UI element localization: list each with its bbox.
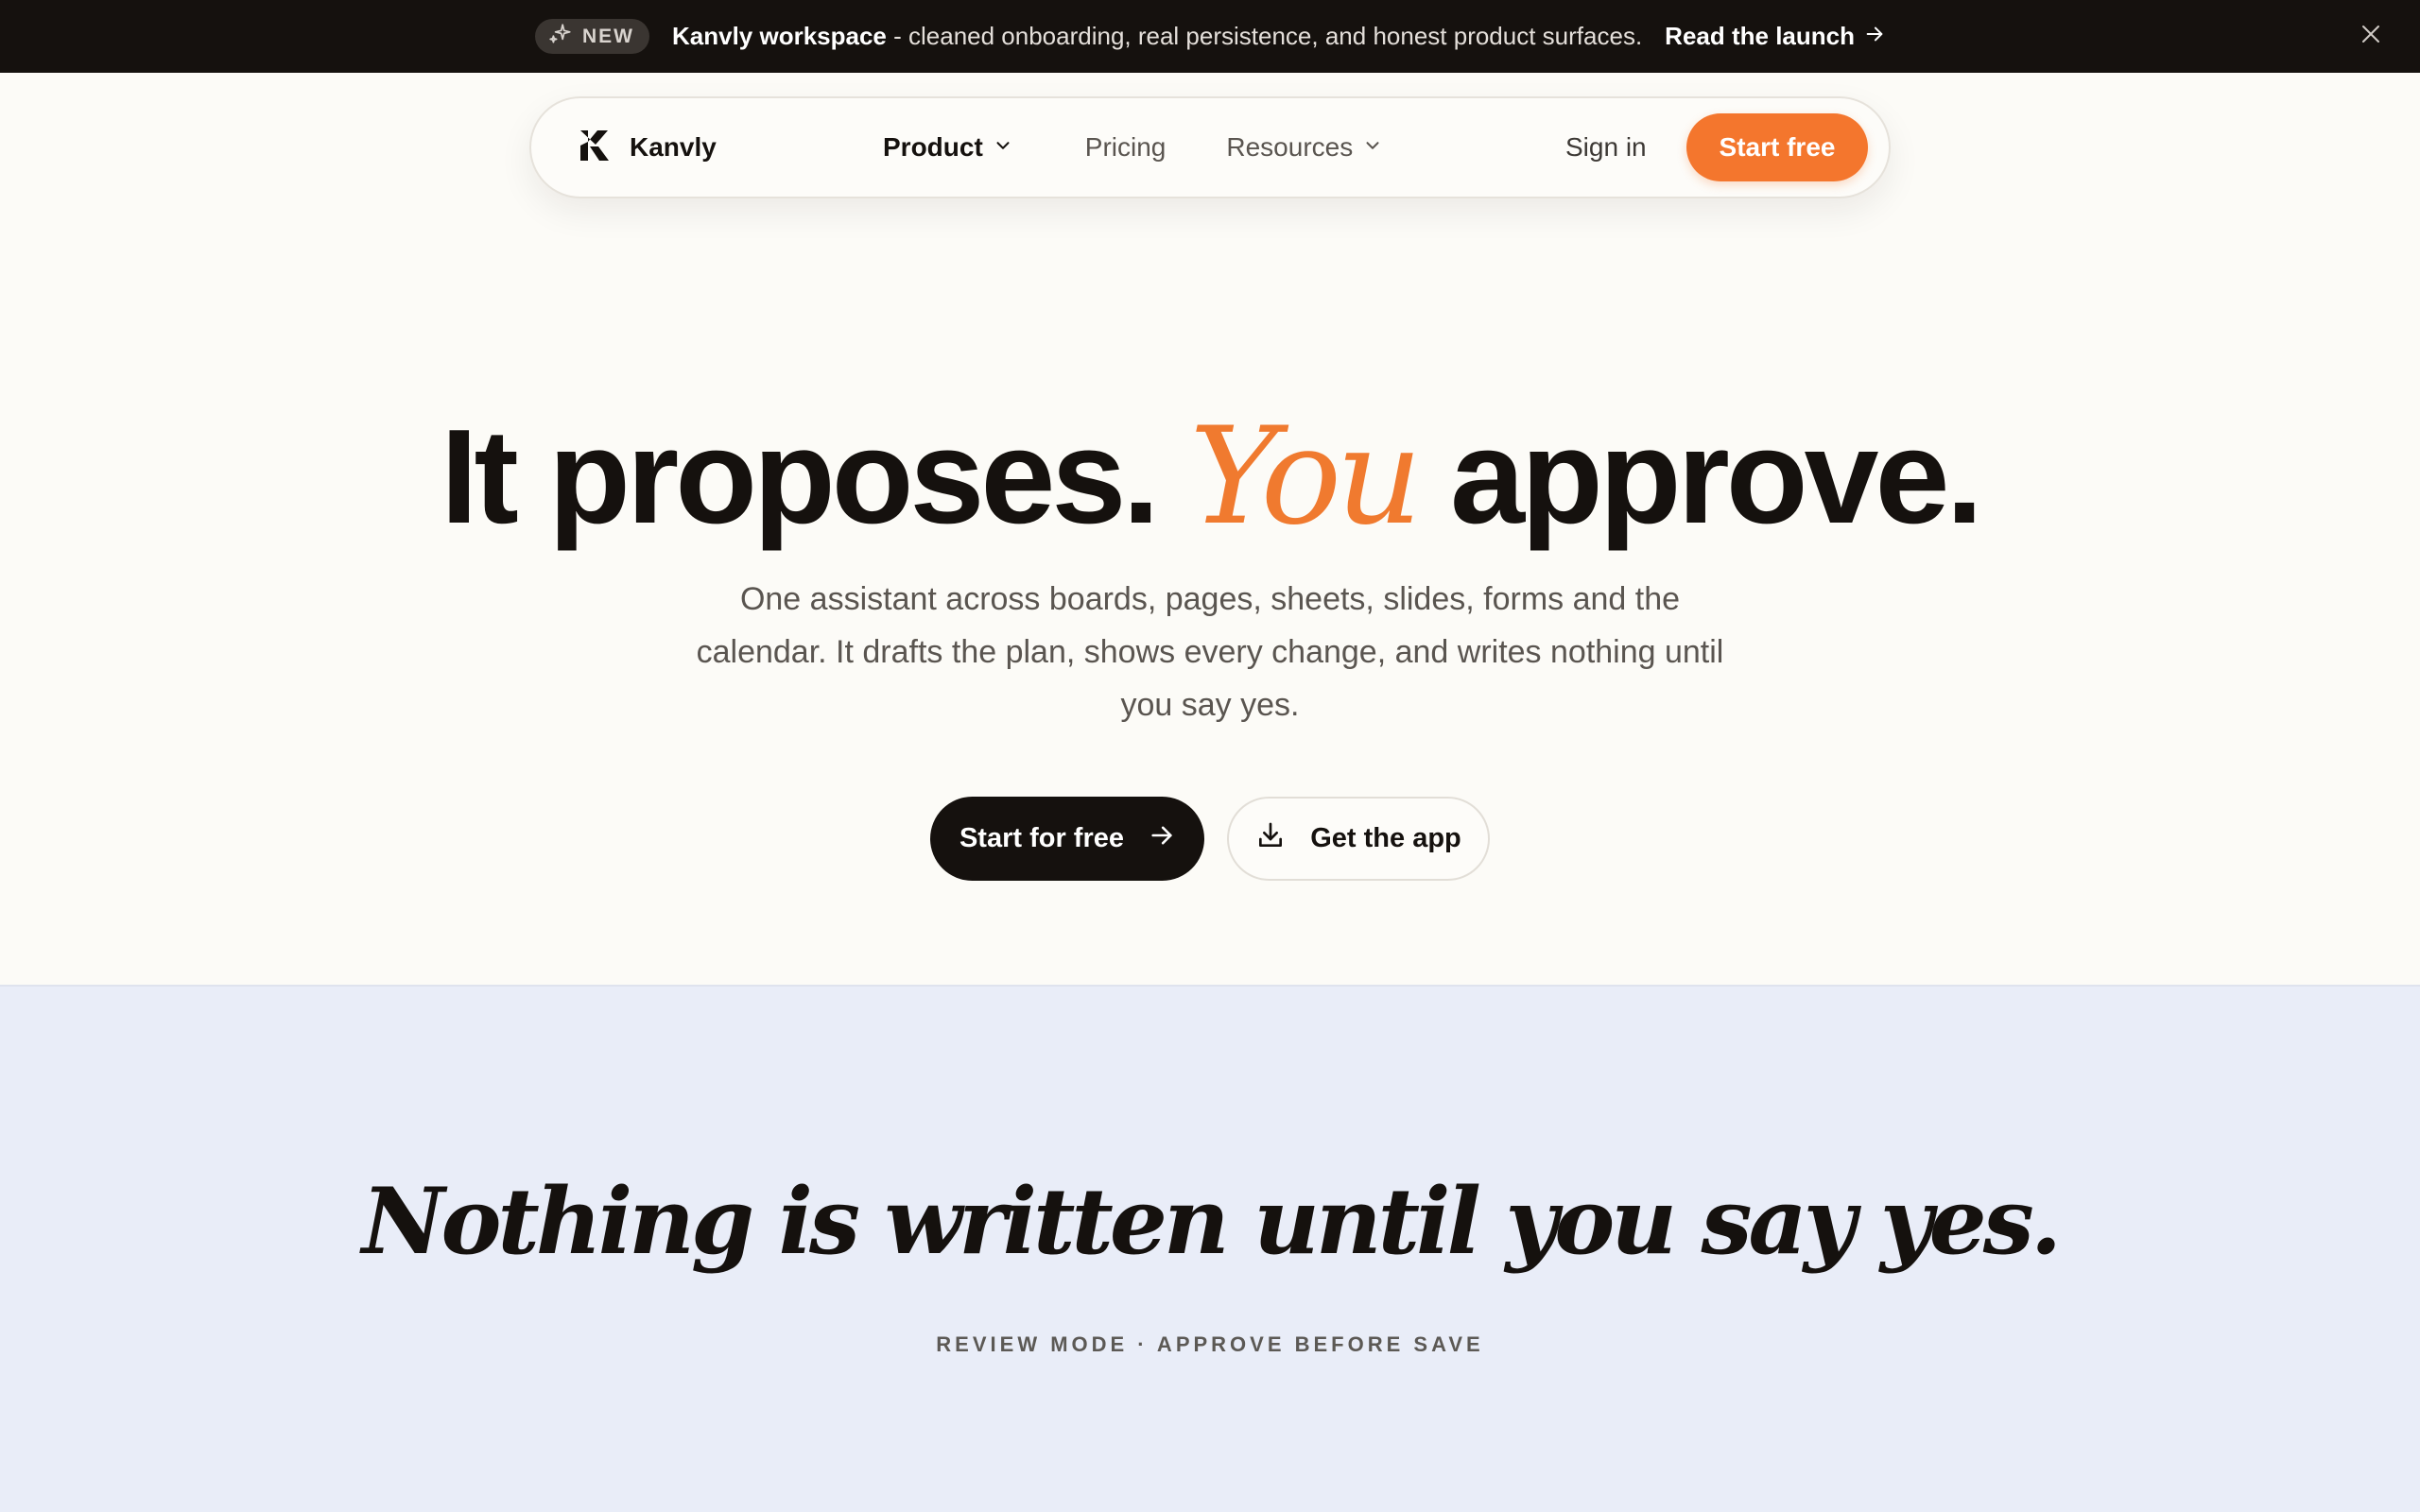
start-for-free-label: Start for free xyxy=(959,823,1125,853)
nav-item-resources[interactable]: Resources xyxy=(1226,132,1383,163)
review-quote: Nothing is written until you say yes. xyxy=(361,1168,2062,1275)
announcement-text: Kanvly workspace - cleaned onboarding, r… xyxy=(672,22,1642,51)
main-nav: Kanvly Product Pricing Resources Sign in… xyxy=(529,96,1891,198)
announcement-headline: Kanvly workspace xyxy=(672,22,887,50)
download-icon xyxy=(1255,820,1286,858)
sign-in-link[interactable]: Sign in xyxy=(1565,98,1647,197)
announcement-description: - cleaned onboarding, real persistence, … xyxy=(886,22,1643,50)
hero-subtitle-line: calendar. It drafts the plan, shows ever… xyxy=(696,634,1724,670)
hero-title-start: It proposes. xyxy=(441,402,1190,552)
hero-title-accent: You xyxy=(1189,399,1422,555)
hero-cta-row: Start for free Get the app xyxy=(0,797,2420,881)
nav-item-pricing[interactable]: Pricing xyxy=(1085,132,1167,163)
chevron-down-icon xyxy=(993,132,1013,163)
announcement-bar: NEW Kanvly workspace - cleaned onboardin… xyxy=(0,0,2420,73)
start-for-free-button[interactable]: Start for free xyxy=(930,797,1204,881)
brand-logo-link[interactable]: Kanvly xyxy=(579,98,717,197)
review-eyebrow: REVIEW MODE · APPROVE BEFORE SAVE xyxy=(936,1332,1484,1356)
kanvly-logo-icon xyxy=(579,129,614,167)
nav-links: Product Pricing Resources xyxy=(883,98,1383,197)
start-free-button[interactable]: Start free xyxy=(1686,113,1868,181)
chevron-down-icon xyxy=(1362,132,1383,163)
arrow-right-icon xyxy=(1864,22,1885,51)
nav-item-pricing-label: Pricing xyxy=(1084,132,1167,162)
new-badge-label: NEW xyxy=(582,25,634,47)
get-the-app-button[interactable]: Get the app xyxy=(1227,797,1490,881)
close-announcement-button[interactable] xyxy=(2358,23,2384,49)
read-launch-link[interactable]: Read the launch xyxy=(1665,22,1885,51)
hero-title-end: approve. xyxy=(1416,402,1983,552)
hero-subtitle: One assistant across boards, pages, shee… xyxy=(662,573,1758,731)
hero-subtitle-line: One assistant across boards, pages, shee… xyxy=(739,581,1681,617)
sparkle-icon xyxy=(548,22,573,52)
get-the-app-label: Get the app xyxy=(1310,823,1461,853)
arrow-right-icon xyxy=(1149,822,1175,856)
new-badge: NEW xyxy=(535,19,649,54)
nav-item-product-label: Product xyxy=(883,132,983,162)
brand-name: Kanvly xyxy=(630,132,717,162)
close-icon xyxy=(2360,23,2382,50)
read-launch-label: Read the launch xyxy=(1665,22,1855,50)
nav-item-product[interactable]: Product xyxy=(883,132,1013,163)
nav-item-resources-label: Resources xyxy=(1226,132,1354,162)
hero-subtitle-line: you say yes. xyxy=(1120,687,1300,723)
announcement-content: NEW Kanvly workspace - cleaned onboardin… xyxy=(535,19,1885,54)
hero-title: It proposes. You approve. xyxy=(0,397,2420,558)
